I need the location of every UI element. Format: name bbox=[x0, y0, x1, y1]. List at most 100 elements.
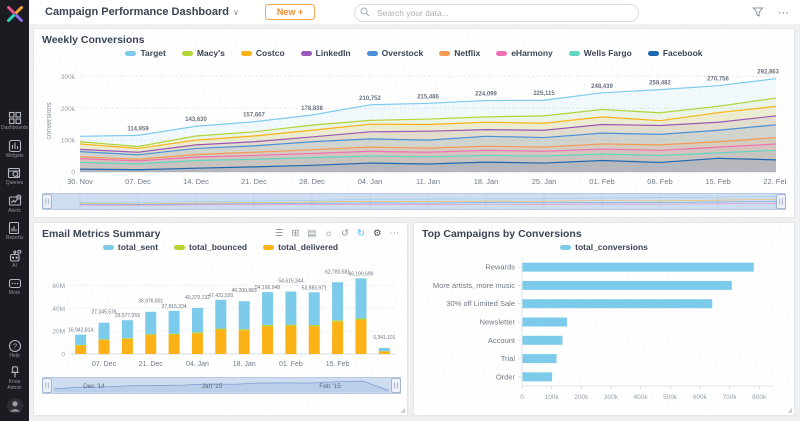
bar-segment[interactable] bbox=[285, 325, 296, 326]
sidebar-item-dashboards[interactable]: Dashboards bbox=[1, 111, 28, 132]
bar-segment[interactable] bbox=[169, 335, 180, 354]
legend-item[interactable]: Costco bbox=[241, 48, 285, 58]
legend-item[interactable]: Target bbox=[125, 48, 165, 58]
bar-segment[interactable] bbox=[215, 300, 226, 329]
user-avatar[interactable] bbox=[6, 397, 24, 415]
email-legend: total_sent total_bounced total_delivered bbox=[34, 242, 407, 252]
bar-segment[interactable] bbox=[285, 326, 296, 354]
bar-segment[interactable] bbox=[215, 330, 226, 354]
bar-segment[interactable] bbox=[215, 329, 226, 330]
sidebar-item-alerts[interactable]: Alerts bbox=[8, 194, 22, 215]
bar-segment[interactable] bbox=[169, 311, 180, 334]
email-metrics-chart[interactable]: 020M40M60M16,942,81427,345,57629,577,059… bbox=[42, 252, 401, 372]
bar-segment[interactable] bbox=[355, 320, 366, 354]
legend-item[interactable]: eHarmony bbox=[496, 48, 553, 58]
bar-segment[interactable] bbox=[332, 282, 343, 320]
email-range-navigator[interactable]: Dec '14Jan '15Feb '15 bbox=[42, 377, 401, 394]
navigator-handle[interactable] bbox=[392, 379, 401, 393]
bar-segment[interactable] bbox=[145, 335, 156, 354]
legend-swatch bbox=[103, 245, 114, 250]
weekly-conversions-chart[interactable]: 0100k200k300kconversions30. Nov07. Dec14… bbox=[42, 58, 786, 188]
bar[interactable] bbox=[523, 281, 732, 290]
bar[interactable] bbox=[523, 336, 563, 345]
legend-item[interactable]: Wells Fargo bbox=[569, 48, 632, 58]
resize-handle[interactable]: ◢ bbox=[400, 407, 405, 414]
legend-item[interactable]: total_delivered bbox=[263, 242, 338, 252]
bar-segment[interactable] bbox=[99, 323, 110, 340]
bar[interactable] bbox=[523, 299, 713, 308]
chart-type-icon[interactable]: ▤ bbox=[307, 229, 316, 239]
bar-segment[interactable] bbox=[309, 326, 320, 354]
new-button[interactable]: New + bbox=[265, 4, 315, 20]
bar-segment[interactable] bbox=[262, 326, 273, 354]
bar-segment[interactable] bbox=[192, 332, 203, 333]
bar-segment[interactable] bbox=[379, 348, 390, 351]
bar-segment[interactable] bbox=[332, 320, 343, 321]
history-icon[interactable]: ↺ bbox=[341, 229, 349, 239]
insights-bulb-icon[interactable]: ☼ bbox=[324, 229, 333, 239]
bar-segment[interactable] bbox=[122, 320, 133, 338]
navigator-handle[interactable] bbox=[43, 195, 52, 209]
bar-segment[interactable] bbox=[75, 335, 86, 345]
bar-segment[interactable] bbox=[379, 351, 390, 354]
sidebar-item-widgets[interactable]: Widgets bbox=[5, 139, 23, 160]
chevron-down-icon[interactable]: ∨ bbox=[233, 8, 239, 17]
bar-segment[interactable] bbox=[355, 278, 366, 318]
dashboard-title[interactable]: Campaign Performance Dashboard bbox=[45, 6, 229, 18]
sidebar-item-more[interactable]: More bbox=[8, 276, 22, 297]
navigator-handle[interactable] bbox=[777, 195, 786, 209]
bar-segment[interactable] bbox=[75, 345, 86, 354]
settings-gear-icon[interactable]: ⚙ bbox=[373, 229, 382, 239]
bar-segment[interactable] bbox=[99, 340, 110, 354]
sisense-logo-icon[interactable] bbox=[5, 4, 25, 29]
bar-segment[interactable] bbox=[239, 301, 250, 329]
weekly-range-navigator[interactable] bbox=[42, 193, 786, 210]
legend-item[interactable]: Netflix bbox=[439, 48, 480, 58]
bar-segment[interactable] bbox=[192, 333, 203, 354]
bar[interactable] bbox=[523, 318, 567, 327]
bar-segment[interactable] bbox=[99, 339, 110, 340]
sidebar-item-knoa-admin[interactable]: Knoa Admin bbox=[2, 365, 28, 391]
bar-segment[interactable] bbox=[145, 334, 156, 335]
sidebar-item-ai[interactable]: AI bbox=[8, 249, 22, 270]
export-table-icon[interactable]: ⊞ bbox=[291, 229, 299, 239]
bar-segment[interactable] bbox=[332, 322, 343, 354]
bar-segment[interactable] bbox=[262, 292, 273, 325]
sidebar-item-reports[interactable]: Reports bbox=[6, 221, 24, 242]
menu-icon[interactable]: ☰ bbox=[275, 229, 284, 239]
bar-segment[interactable] bbox=[285, 292, 296, 325]
bar-segment[interactable] bbox=[145, 312, 156, 334]
legend-item[interactable]: total_bounced bbox=[174, 242, 247, 252]
bar-segment[interactable] bbox=[355, 318, 366, 320]
bar-segment[interactable] bbox=[309, 292, 320, 325]
bar-segment[interactable] bbox=[122, 339, 133, 354]
bar-segment[interactable] bbox=[122, 338, 133, 339]
bar-segment[interactable] bbox=[262, 325, 273, 326]
sidebar-item-help[interactable]: ? Help bbox=[8, 339, 22, 360]
sidebar-item-queries[interactable]: Queries bbox=[6, 166, 24, 187]
navigator-handle[interactable] bbox=[43, 379, 52, 393]
more-icon[interactable]: ⋯ bbox=[390, 229, 400, 239]
search-input[interactable] bbox=[354, 4, 639, 22]
resize-handle[interactable]: ◢ bbox=[787, 407, 792, 414]
legend-label: Costco bbox=[256, 48, 285, 58]
filter-icon[interactable] bbox=[752, 6, 764, 18]
bar-segment[interactable] bbox=[309, 325, 320, 326]
bar[interactable] bbox=[523, 372, 553, 381]
bar[interactable] bbox=[523, 354, 557, 363]
top-campaigns-chart[interactable]: 0100k200k300k400k500k600k700k800kRewards… bbox=[422, 252, 788, 404]
svg-text:47,431,520: 47,431,520 bbox=[208, 293, 233, 299]
legend-item[interactable]: Facebook bbox=[648, 48, 703, 58]
refresh-icon[interactable]: ↻ bbox=[357, 229, 365, 239]
legend-item[interactable]: total_conversions bbox=[560, 242, 648, 252]
bar[interactable] bbox=[523, 263, 754, 272]
legend-item[interactable]: Overstock bbox=[367, 48, 424, 58]
bar-segment[interactable] bbox=[192, 308, 203, 332]
more-options-icon[interactable]: ⋯ bbox=[778, 6, 790, 19]
bar-segment[interactable] bbox=[169, 334, 180, 335]
legend-item[interactable]: LinkedIn bbox=[301, 48, 351, 58]
bar-segment[interactable] bbox=[239, 330, 250, 354]
legend-item[interactable]: Macy's bbox=[182, 48, 225, 58]
legend-item[interactable]: total_sent bbox=[103, 242, 158, 252]
bar-segment[interactable] bbox=[239, 329, 250, 330]
